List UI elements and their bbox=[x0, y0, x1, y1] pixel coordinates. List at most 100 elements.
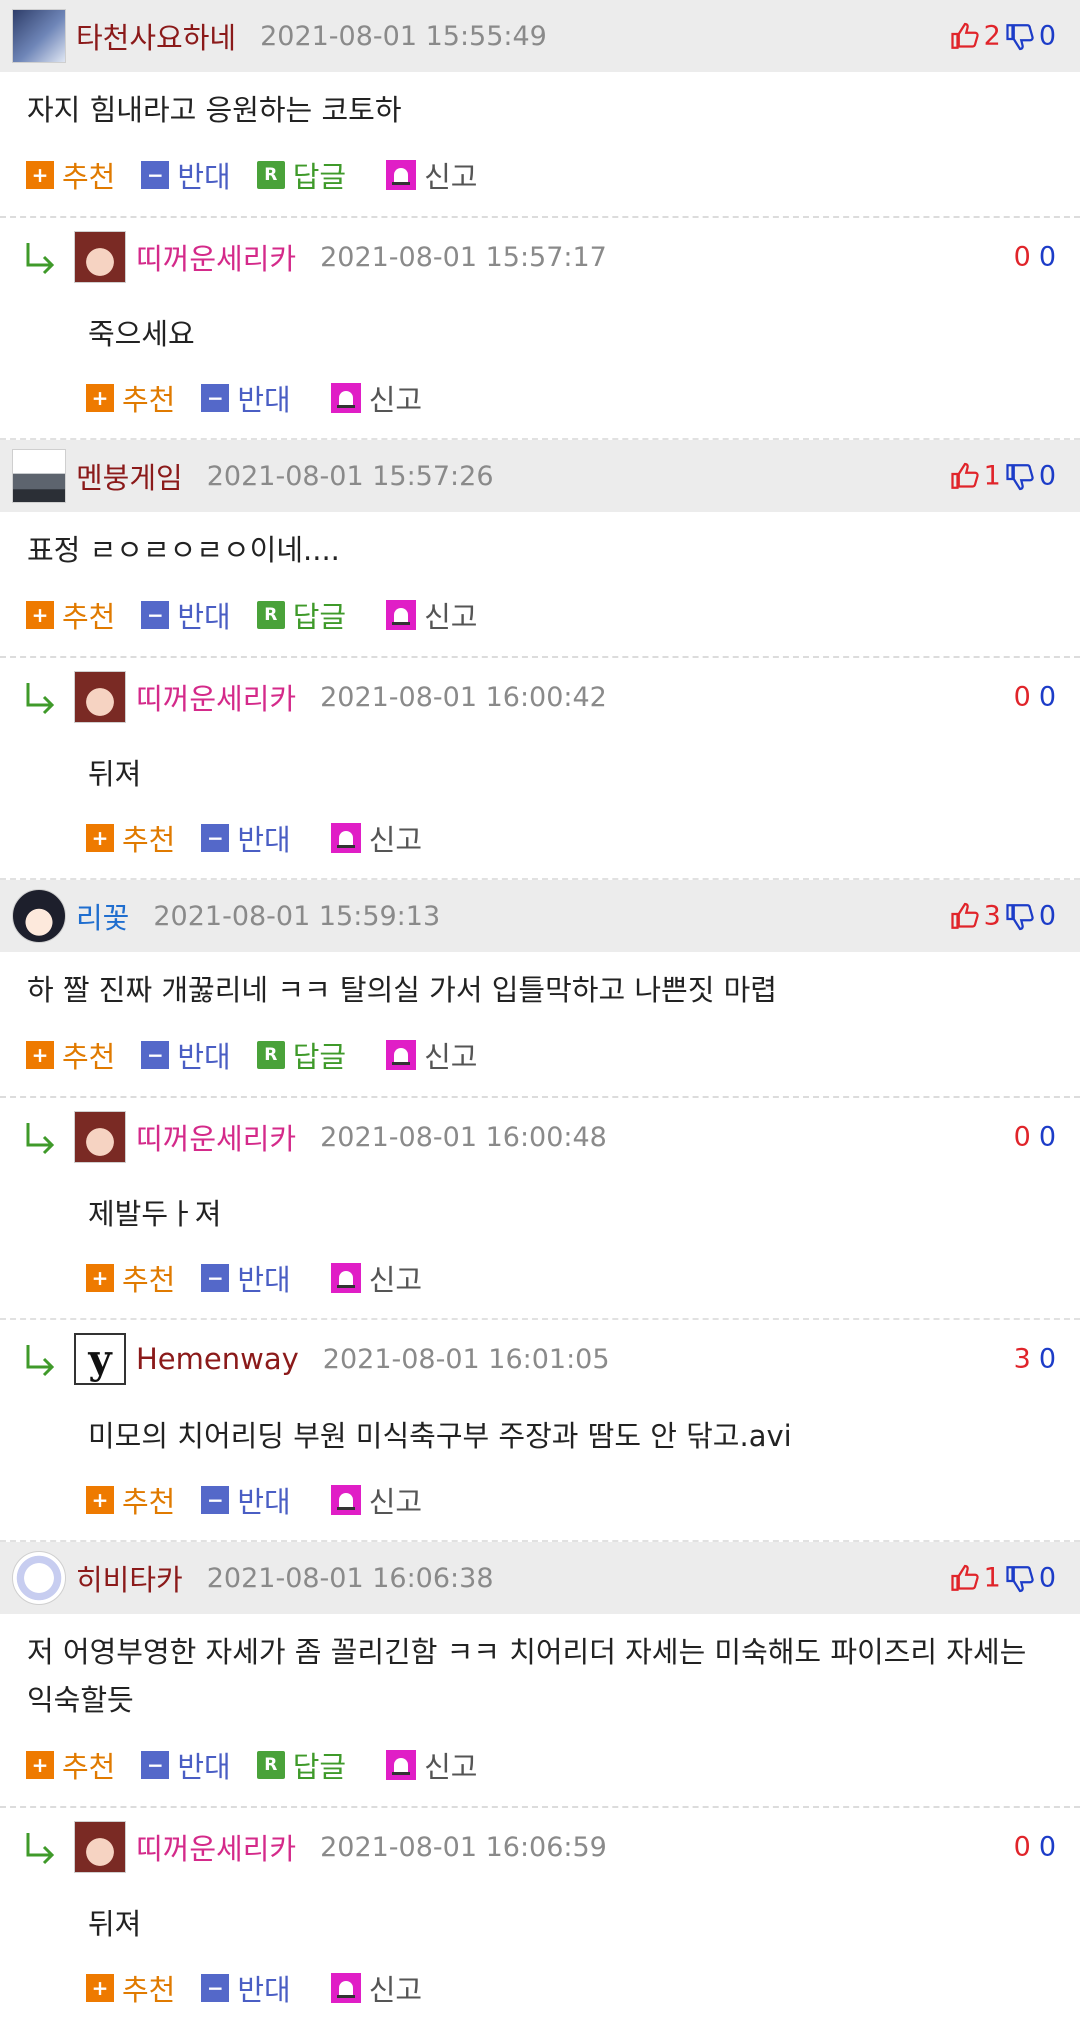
reply-button[interactable]: R 답글 bbox=[256, 1034, 346, 1076]
siren-icon bbox=[386, 600, 417, 630]
recommend-button[interactable]: + 추천 bbox=[26, 594, 115, 636]
anime-avatar-icon[interactable] bbox=[12, 9, 66, 63]
comment-thread: 타천사요하네 2021-08-01 15:55:49 2 0 자지 힘내라고 응… bbox=[0, 0, 1080, 2019]
up-count: 3 bbox=[983, 900, 1001, 932]
vote-counts: 1 0 bbox=[950, 1563, 1056, 1594]
comment-text: 자지 힘내라고 응원하는 코토하 bbox=[27, 93, 402, 127]
divider bbox=[0, 1096, 1080, 1098]
recommend-button[interactable]: + 추천 bbox=[86, 1479, 175, 1521]
reply-text: 죽으세요 bbox=[88, 317, 195, 351]
report-button[interactable]: 신고 bbox=[386, 154, 478, 196]
report-button[interactable]: 신고 bbox=[386, 1744, 478, 1786]
report-button[interactable]: 신고 bbox=[330, 1257, 422, 1299]
report-button[interactable]: 신고 bbox=[330, 1967, 422, 2009]
anime-avatar-icon[interactable] bbox=[74, 231, 126, 283]
reply-author-nick[interactable]: 띠꺼운세리카 bbox=[136, 676, 296, 718]
report-button[interactable]: 신고 bbox=[330, 817, 422, 859]
comment: 타천사요하네 2021-08-01 15:55:49 2 0 자지 힘내라고 응… bbox=[0, 0, 1080, 440]
anime-avatar-icon[interactable] bbox=[74, 1111, 126, 1163]
comment-text: 하 짤 진짜 개꿇리네 ㅋㅋ 탈의실 가서 입틀막하고 나쁜짓 마렵 bbox=[27, 973, 777, 1007]
recommend-button[interactable]: + 추천 bbox=[26, 154, 115, 196]
reply-comment: 띠꺼운세리카 2021-08-01 15:57:17 00 죽으세요 + 추천 −… bbox=[0, 222, 1080, 440]
recommend-button[interactable]: + 추천 bbox=[86, 1967, 175, 2009]
minus-icon: − bbox=[201, 1974, 230, 2002]
sketch-avatar-icon[interactable] bbox=[12, 1551, 66, 1605]
recommend-button[interactable]: + 추천 bbox=[86, 1257, 175, 1299]
thumbs-down-icon bbox=[1006, 903, 1034, 930]
oppose-button[interactable]: − 반대 bbox=[141, 1034, 231, 1076]
minus-icon: − bbox=[141, 161, 170, 189]
reply-author-nick[interactable]: 띠꺼운세리카 bbox=[136, 236, 296, 278]
siren-icon bbox=[330, 1263, 361, 1293]
reply-arrow-icon bbox=[26, 1123, 55, 1155]
vote-counts: 2 0 bbox=[950, 21, 1056, 52]
oppose-button[interactable]: − 반대 bbox=[201, 817, 291, 859]
reply-arrow-icon bbox=[26, 683, 55, 715]
divider bbox=[0, 216, 1080, 218]
reply-comment: 띠꺼운세리카 2021-08-01 16:00:42 00 뒤져 + 추천 − 반대… bbox=[0, 662, 1080, 880]
recommend-button[interactable]: + 추천 bbox=[86, 817, 175, 859]
report-button[interactable]: 신고 bbox=[386, 1034, 478, 1076]
oppose-button[interactable]: − 반대 bbox=[201, 1479, 291, 1521]
reply-author-nick[interactable]: 띠꺼운세리카 bbox=[136, 1826, 296, 1868]
reply-actions: + 추천 − 반대 신고 bbox=[0, 1948, 1080, 2019]
vote-counts: 3 0 bbox=[950, 901, 1056, 932]
minus-icon: − bbox=[201, 384, 230, 412]
oppose-button[interactable]: − 반대 bbox=[141, 594, 231, 636]
minus-icon: − bbox=[141, 1041, 170, 1069]
y-logo-avatar-icon[interactable]: y bbox=[74, 1333, 126, 1385]
oppose-button[interactable]: − 반대 bbox=[141, 154, 231, 196]
siren-icon bbox=[330, 823, 361, 853]
thumbs-down-icon bbox=[1006, 23, 1034, 50]
author-nick[interactable]: 멘붕게임 bbox=[76, 455, 183, 497]
plus-icon: + bbox=[86, 384, 114, 412]
oppose-button[interactable]: − 반대 bbox=[201, 1967, 291, 2009]
reply-vote-counts: 00 bbox=[1013, 241, 1056, 273]
up-count: 2 bbox=[983, 20, 1001, 52]
report-button[interactable]: 신고 bbox=[330, 1479, 422, 1521]
plus-icon: + bbox=[86, 824, 114, 852]
reply-button[interactable]: R 답글 bbox=[256, 1744, 346, 1786]
recommend-button[interactable]: + 추천 bbox=[26, 1034, 115, 1076]
comment-text: 저 어영부영한 자세가 좀 꼴리긴함 ㅋㅋ 치어리더 자세는 미숙해도 파이즈리… bbox=[27, 1635, 1027, 1717]
thumbs-up-icon bbox=[951, 22, 979, 49]
siren-icon bbox=[386, 1750, 417, 1780]
down-count: 0 bbox=[1038, 460, 1056, 492]
plus-icon: + bbox=[26, 161, 54, 189]
landscape-avatar-icon[interactable] bbox=[12, 449, 66, 503]
plus-icon: + bbox=[86, 1486, 114, 1514]
siren-icon bbox=[330, 1973, 361, 2003]
reply-header: 띠꺼운세리카 2021-08-01 16:00:48 00 bbox=[0, 1102, 1080, 1172]
reply-button[interactable]: R 답글 bbox=[256, 594, 346, 636]
reply-arrow-icon bbox=[26, 1833, 55, 1865]
anime-avatar-icon[interactable] bbox=[74, 671, 126, 723]
reply-author-nick[interactable]: Hemenway bbox=[136, 1342, 299, 1376]
recommend-button[interactable]: + 추천 bbox=[86, 377, 175, 419]
reply-arrow-icon bbox=[26, 243, 55, 275]
plus-icon: + bbox=[26, 1751, 54, 1779]
oppose-button[interactable]: − 반대 bbox=[201, 377, 291, 419]
reply-button[interactable]: R 답글 bbox=[256, 154, 346, 196]
anime-avatar-icon[interactable] bbox=[74, 1821, 126, 1873]
reply-author-nick[interactable]: 띠꺼운세리카 bbox=[136, 1116, 296, 1158]
anime-girl-avatar-icon[interactable] bbox=[12, 889, 66, 943]
plus-icon: + bbox=[26, 1041, 54, 1069]
reply-actions: + 추천 − 반대 신고 bbox=[0, 358, 1080, 438]
recommend-button[interactable]: + 추천 bbox=[26, 1744, 115, 1786]
plus-icon: + bbox=[86, 1264, 114, 1292]
siren-icon bbox=[386, 1040, 417, 1070]
divider bbox=[0, 656, 1080, 658]
comment-header: 멘붕게임 2021-08-01 15:57:26 1 0 bbox=[0, 440, 1080, 512]
author-nick[interactable]: 타천사요하네 bbox=[76, 15, 236, 57]
author-nick[interactable]: 히비타카 bbox=[76, 1557, 183, 1599]
reply-date: 2021-08-01 16:00:48 bbox=[320, 1121, 607, 1153]
oppose-button[interactable]: − 반대 bbox=[141, 1744, 231, 1786]
down-count: 0 bbox=[1038, 20, 1056, 52]
report-button[interactable]: 신고 bbox=[386, 594, 478, 636]
divider bbox=[0, 1806, 1080, 1808]
author-nick[interactable]: 리꽃 bbox=[76, 895, 129, 937]
report-button[interactable]: 신고 bbox=[330, 377, 422, 419]
thumbs-up-icon bbox=[951, 1564, 979, 1591]
reply-icon: R bbox=[256, 601, 285, 629]
oppose-button[interactable]: − 반대 bbox=[201, 1257, 291, 1299]
